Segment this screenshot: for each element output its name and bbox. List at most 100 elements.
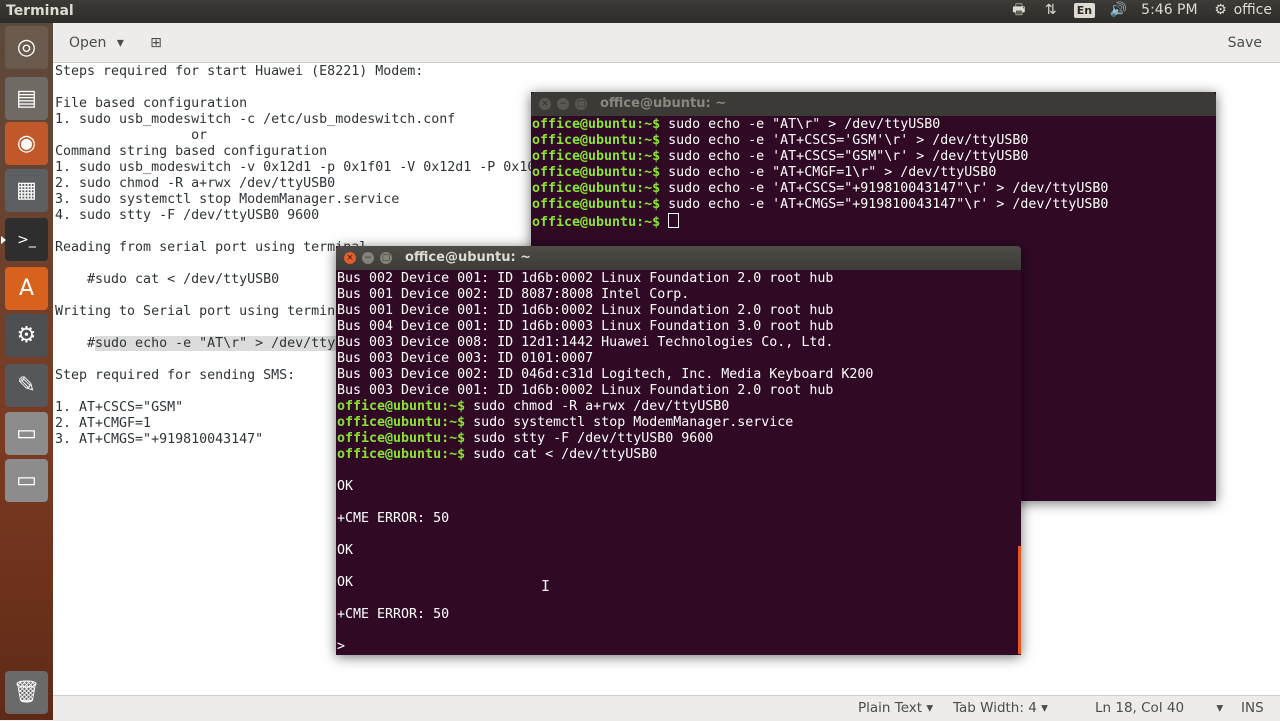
- dash-home-icon: ◎: [16, 35, 37, 60]
- launcher-item[interactable]: ▭: [5, 459, 48, 502]
- chevron-down-icon: ▾: [1216, 700, 1224, 716]
- clock[interactable]: 5:46 PM: [1141, 2, 1197, 18]
- terminal-prompt: office@ubuntu:~$: [337, 431, 466, 446]
- terminal-icon: >_: [17, 231, 36, 248]
- cursor-position-selector[interactable]: Ln 18, Col 40 ▾: [1095, 700, 1223, 716]
- terminal-titlebar[interactable]: × − □ office@ubuntu: ~: [531, 92, 1216, 116]
- terminal-prompt: office@ubuntu:~$: [532, 133, 661, 148]
- terminal-prompt: office@ubuntu:~$: [532, 149, 661, 164]
- launcher-item[interactable]: ◎: [5, 26, 48, 69]
- scrollbar[interactable]: [1018, 546, 1021, 654]
- network-icon[interactable]: ⇅: [1042, 2, 1060, 18]
- editor-line-text: 3. AT+CMGS="+919810043147": [55, 432, 264, 447]
- terminal-line: office@ubuntu:~$ sudo echo -e "AT\r" > /…: [532, 117, 1108, 133]
- open-label: Open: [69, 35, 107, 51]
- files-icon: ▤: [16, 86, 37, 111]
- terminal-title: office@ubuntu: ~: [405, 250, 532, 265]
- indicator-area: 🖶 ⇅ En 🔊 5:46 PM ⚙ office: [1010, 2, 1272, 18]
- maximize-icon[interactable]: □: [380, 252, 392, 264]
- terminal-command: [660, 215, 668, 230]
- new-tab-button[interactable]: ⊞: [145, 32, 167, 54]
- chevron-down-icon: ▾: [926, 700, 934, 716]
- editor-line-text: 1. sudo usb_modeswitch -c /etc/usb_modes…: [55, 112, 456, 127]
- terminal-line: office@ubuntu:~$ sudo stty -F /dev/ttyUS…: [337, 431, 873, 447]
- launcher-item[interactable]: ▤: [5, 77, 48, 120]
- editor-line-text: 2. sudo chmod -R a+rwx /dev/ttyUSB0: [55, 176, 336, 191]
- terminal-line: Bus 001 Device 002: ID 8087:8008 Intel C…: [337, 287, 690, 302]
- text-editor-icon: ✎: [17, 373, 36, 398]
- terminal-window-front[interactable]: × − □ office@ubuntu: ~ Bus 002 Device 00…: [336, 246, 1021, 655]
- insert-mode-indicator: INS: [1241, 700, 1264, 716]
- firefox-icon: ◉: [16, 131, 37, 156]
- tab-width-label: Tab Width: 4: [953, 700, 1037, 716]
- terminal-titlebar[interactable]: × − □ office@ubuntu: ~: [336, 246, 1021, 270]
- settings-icon: ⚙: [1214, 2, 1227, 18]
- terminal-line: Bus 001 Device 001: ID 1d6b:0002 Linux F…: [337, 303, 834, 318]
- editor-line-text: #sudo cat < /dev/ttyUSB0: [55, 272, 280, 287]
- terminal-output-line: OK: [337, 479, 354, 494]
- terminal-line: office@ubuntu:~$ sudo chmod -R a+rwx /de…: [337, 399, 873, 415]
- software-center-icon: A: [18, 276, 35, 301]
- editor-headerbar: Open ▾ ⊞ Save: [53, 23, 1280, 63]
- launcher-item[interactable]: A: [5, 267, 48, 310]
- drive-2-icon: ▭: [16, 468, 37, 493]
- terminal-line: office@ubuntu:~$: [532, 213, 1108, 230]
- terminal-output-line: OK: [337, 543, 354, 558]
- terminal-line: office@ubuntu:~$ sudo cat < /dev/ttyUSB0: [337, 447, 873, 463]
- terminal-command: sudo chmod -R a+rwx /dev/ttyUSB0: [465, 399, 730, 414]
- session-menu[interactable]: ⚙ office: [1212, 2, 1272, 18]
- tab-width-selector[interactable]: Tab Width: 4 ▾: [953, 700, 1048, 716]
- terminal-prompt: office@ubuntu:~$: [337, 399, 466, 414]
- terminal-output-line: +CME ERROR: 50: [337, 607, 450, 622]
- launcher-item[interactable]: ▦: [5, 169, 48, 212]
- volume-icon[interactable]: 🔊: [1109, 2, 1127, 18]
- editor-line-text: or: [55, 128, 208, 143]
- terminal-command: sudo echo -e 'AT+CSCS="GSM"\r' > /dev/tt…: [660, 149, 1029, 164]
- terminal-prompt: office@ubuntu:~$: [532, 165, 661, 180]
- launcher-item[interactable]: ◉: [5, 122, 48, 165]
- terminal-output[interactable]: Bus 002 Device 001: ID 1d6b:0002 Linux F…: [337, 271, 873, 655]
- minimize-icon[interactable]: −: [557, 98, 569, 110]
- terminal-command: sudo cat < /dev/ttyUSB0: [465, 447, 658, 462]
- syntax-selector[interactable]: Plain Text ▾: [858, 700, 933, 716]
- maximize-icon[interactable]: □: [575, 98, 587, 110]
- terminal-output-line: +CME ERROR: 50: [337, 511, 450, 526]
- terminal-line: office@ubuntu:~$ sudo echo -e "AT+CMGF=1…: [532, 165, 1108, 181]
- chevron-down-icon: ▾: [1041, 700, 1048, 716]
- editor-line-text: #: [55, 336, 96, 351]
- save-button[interactable]: Save: [1220, 30, 1270, 56]
- syntax-label: Plain Text: [858, 700, 923, 716]
- printer-icon[interactable]: 🖶: [1010, 2, 1028, 18]
- terminal-line: Bus 002 Device 001: ID 1d6b:0002 Linux F…: [337, 271, 834, 286]
- close-icon[interactable]: ×: [539, 98, 551, 110]
- launcher-item[interactable]: >_: [1, 218, 48, 261]
- cursor-position-label: Ln 18, Col 40: [1095, 700, 1185, 716]
- terminal-cursor: [668, 213, 680, 228]
- editor-line-text: Writing to Serial port using terminal: [55, 304, 352, 319]
- calculator-icon: ▦: [16, 178, 37, 203]
- launcher-item[interactable]: ✎: [5, 364, 48, 407]
- keyboard-layout-indicator[interactable]: En: [1073, 2, 1096, 18]
- terminal-output-line: OK: [337, 575, 354, 590]
- launcher-item[interactable]: ▭: [5, 412, 48, 455]
- editor-line-text: 2. AT+CMGF=1: [55, 416, 152, 431]
- app-title: Terminal: [6, 3, 74, 19]
- close-icon[interactable]: ×: [344, 252, 356, 264]
- launcher-item[interactable]: ⚙: [5, 314, 48, 357]
- editor-line-text: Step required for sending SMS:: [55, 368, 296, 383]
- terminal-title: office@ubuntu: ~: [600, 96, 727, 111]
- terminal-prompt: office@ubuntu:~$: [337, 415, 466, 430]
- open-button[interactable]: Open ▾: [59, 30, 134, 56]
- terminal-command: sudo echo -e "AT+CMGF=1\r" > /dev/ttyUSB…: [660, 165, 997, 180]
- editor-line-text: 3. sudo systemctl stop ModemManager.serv…: [55, 192, 400, 207]
- chevron-down-icon: ▾: [116, 35, 124, 51]
- launcher-item[interactable]: 🗑: [5, 671, 48, 714]
- terminal-prompt: office@ubuntu:~$: [337, 447, 466, 462]
- terminal-output[interactable]: office@ubuntu:~$ sudo echo -e "AT\r" > /…: [532, 117, 1108, 230]
- minimize-icon[interactable]: −: [362, 252, 374, 264]
